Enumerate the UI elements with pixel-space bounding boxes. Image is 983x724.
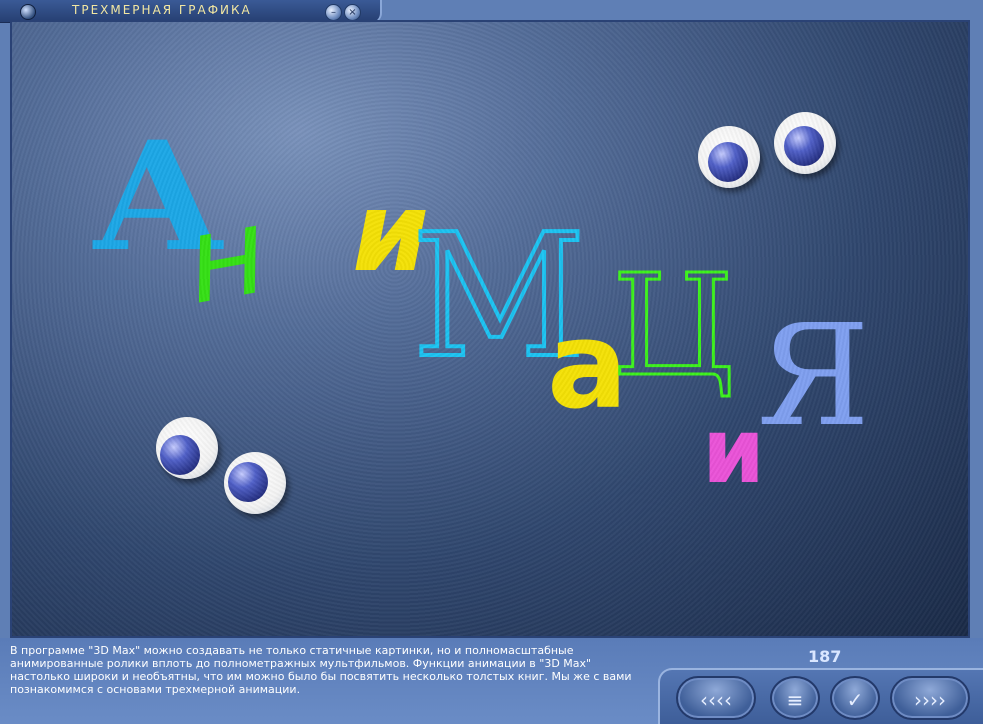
menu-button[interactable]: ≡ bbox=[770, 676, 820, 720]
animation-letter: Я bbox=[757, 295, 871, 458]
cartoon-eye bbox=[774, 112, 836, 174]
pupil bbox=[228, 462, 268, 502]
pupil bbox=[708, 142, 748, 182]
pupil bbox=[784, 126, 824, 166]
cartoon-eye bbox=[156, 417, 218, 479]
app-icon[interactable] bbox=[20, 4, 36, 20]
close-button[interactable]: × bbox=[344, 4, 361, 21]
cartoon-eye bbox=[224, 452, 286, 514]
cartoon-eye bbox=[698, 126, 760, 188]
page-number: 187 bbox=[808, 647, 842, 666]
back-button[interactable]: ‹‹‹‹ bbox=[676, 676, 756, 720]
pupil bbox=[160, 435, 200, 475]
animation-letter: н bbox=[175, 181, 277, 332]
forward-button[interactable]: ›››› bbox=[890, 676, 970, 720]
description-text: В программе "3D Max" можно создавать не … bbox=[10, 644, 632, 696]
animation-letter: и bbox=[702, 399, 766, 504]
illustration-canvas: А н и М а Ц и Я bbox=[10, 20, 970, 638]
check-button[interactable]: ✓ bbox=[830, 676, 880, 720]
minimize-button[interactable]: – bbox=[325, 4, 342, 21]
animation-letter: Ц bbox=[610, 245, 735, 408]
window-title: ТРЕХМЕРНАЯ ГРАФИКА bbox=[72, 3, 252, 17]
